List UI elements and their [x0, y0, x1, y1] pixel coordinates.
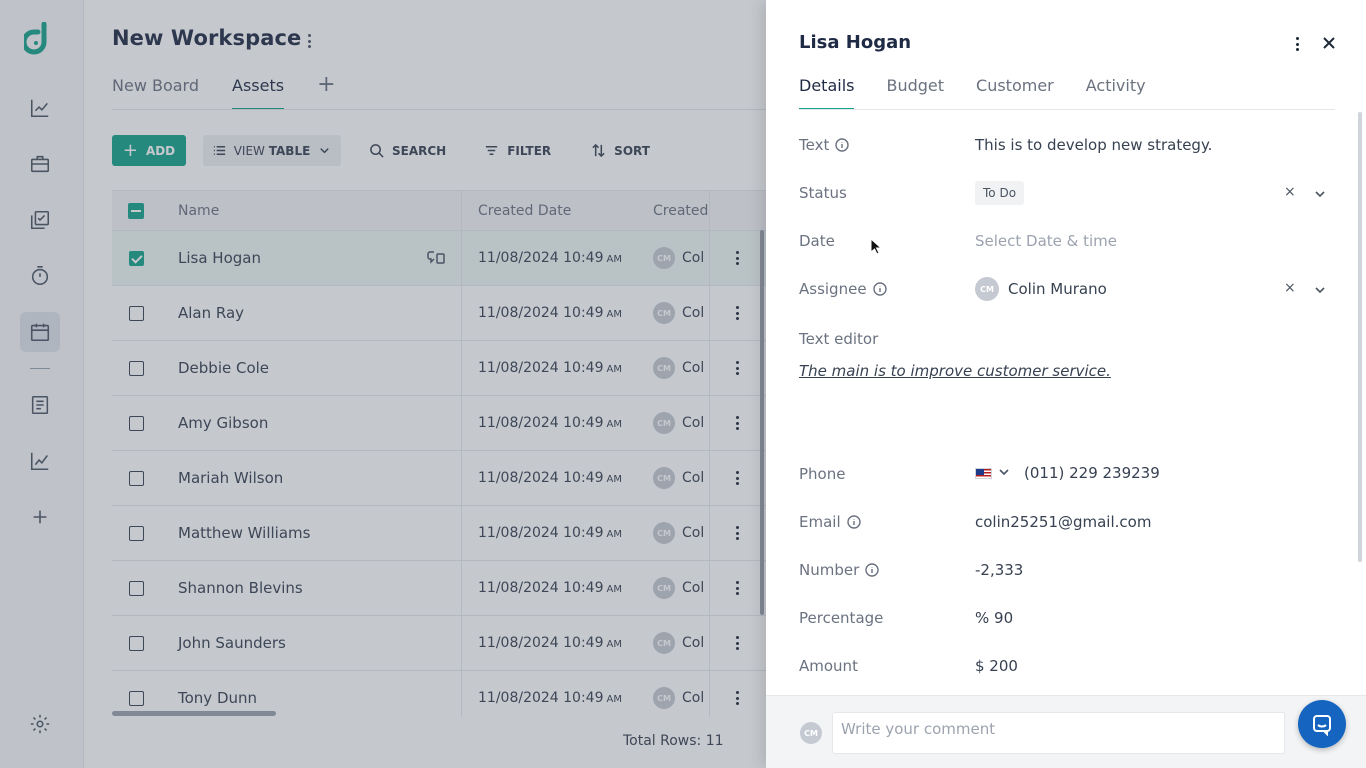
- number-label: Number: [799, 561, 860, 579]
- status-badge[interactable]: To Do: [975, 181, 1025, 205]
- text-label: Text: [799, 136, 830, 154]
- field-label-number: Number: [799, 561, 879, 579]
- field-label-phone: Phone: [799, 465, 846, 483]
- tab-details[interactable]: Details: [799, 70, 855, 110]
- tab-customer[interactable]: Customer: [976, 70, 1054, 110]
- info-icon[interactable]: [872, 282, 887, 296]
- number-field-value[interactable]: -2,333: [975, 561, 1023, 579]
- mouse-cursor-icon: [870, 238, 882, 255]
- info-icon[interactable]: [835, 138, 850, 152]
- comment-input[interactable]: Write your comment: [832, 712, 1285, 754]
- field-label-text: Text: [799, 136, 850, 154]
- tab-budget[interactable]: Budget: [886, 70, 944, 110]
- field-label-amount: Amount: [799, 657, 858, 675]
- text-field-value[interactable]: This is to develop new strategy.: [975, 136, 1212, 154]
- avatar: CM: [975, 277, 999, 301]
- amount-field-value[interactable]: $ 200: [975, 657, 1018, 675]
- field-label-text-editor: Text editor: [799, 330, 879, 348]
- field-label-percentage: Percentage: [799, 609, 884, 627]
- flag-us-icon[interactable]: [975, 467, 992, 479]
- chevron-down-icon[interactable]: [1313, 282, 1327, 296]
- panel-scrollbar[interactable]: [1358, 112, 1362, 562]
- avatar: CM: [800, 722, 822, 744]
- phone-value: (011) 229 239239: [1024, 464, 1160, 482]
- clear-assignee-icon[interactable]: ×: [1284, 280, 1296, 296]
- chevron-down-icon[interactable]: [998, 464, 1010, 482]
- chat-support-button[interactable]: [1298, 700, 1346, 748]
- date-picker-input[interactable]: Select Date & time: [975, 232, 1117, 250]
- assignee-label: Assignee: [799, 280, 867, 298]
- field-label-date: Date: [799, 232, 835, 250]
- modal-backdrop[interactable]: [0, 0, 766, 768]
- field-label-email: Email: [799, 513, 861, 531]
- info-icon[interactable]: [865, 563, 879, 577]
- record-detail-panel: Lisa Hogan Details Budget Customer Activ…: [766, 0, 1366, 768]
- chevron-down-icon[interactable]: [1313, 186, 1327, 200]
- comment-bar: CM Write your comment: [766, 695, 1366, 768]
- clear-status-icon[interactable]: ×: [1284, 184, 1296, 200]
- field-label-assignee: Assignee: [799, 280, 887, 298]
- assignee-select[interactable]: CM Colin Murano: [975, 277, 1107, 301]
- record-tabs: Details Budget Customer Activity: [799, 70, 1146, 110]
- tab-activity[interactable]: Activity: [1086, 70, 1146, 110]
- percentage-field-value[interactable]: % 90: [975, 609, 1013, 627]
- email-label: Email: [799, 513, 841, 531]
- chat-icon: [1313, 715, 1331, 736]
- tabs-divider: [799, 109, 1335, 110]
- record-title: Lisa Hogan: [799, 32, 912, 53]
- close-icon[interactable]: [1320, 34, 1338, 52]
- assignee-name: Colin Murano: [1008, 280, 1107, 298]
- phone-field[interactable]: (011) 229 239239: [975, 464, 1160, 482]
- more-options-icon[interactable]: [1293, 36, 1301, 52]
- text-editor-content[interactable]: The main is to improve customer service.: [799, 362, 1111, 380]
- info-icon[interactable]: [846, 515, 861, 529]
- email-field-value[interactable]: colin25251@gmail.com: [975, 513, 1151, 531]
- field-label-status: Status: [799, 184, 847, 202]
